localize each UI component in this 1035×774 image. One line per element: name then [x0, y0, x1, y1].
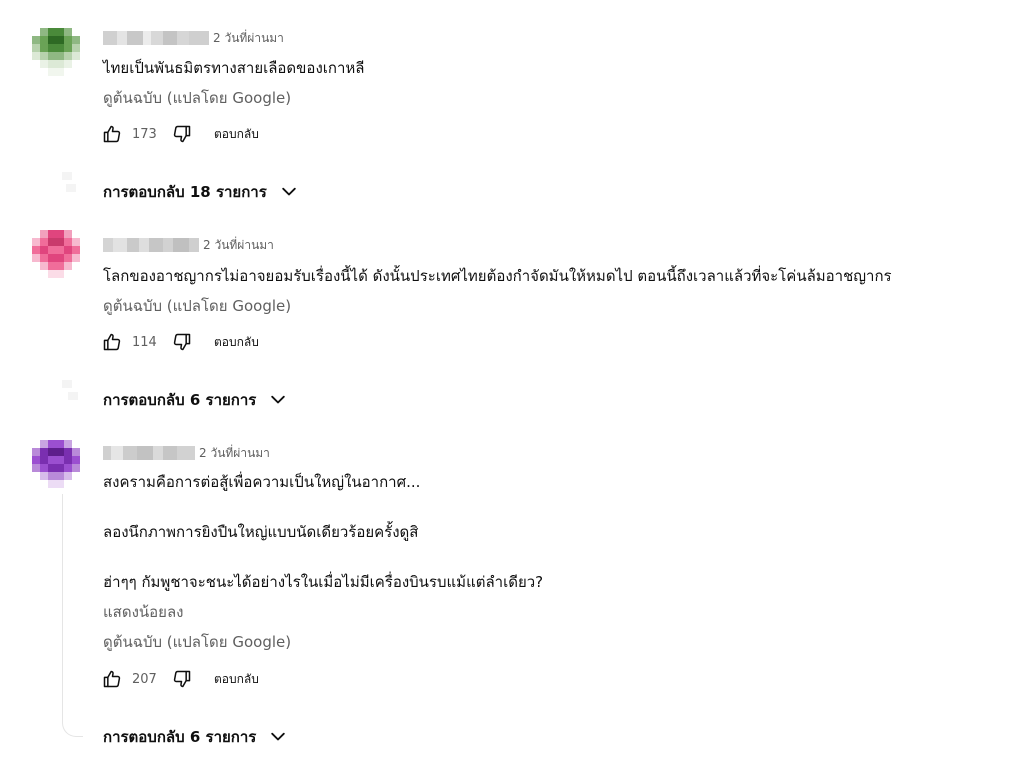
thumb-down-icon[interactable] [170, 330, 194, 354]
thumb-up-icon[interactable] [100, 330, 124, 354]
decorative-mark [68, 392, 78, 400]
view-replies-button[interactable]: การตอบกลับ 6 รายการ [103, 388, 288, 412]
reply-button[interactable]: ตอบกลับ [214, 125, 259, 144]
comment-actions: 173 ตอบกลับ [100, 122, 259, 146]
comment-text: สงครามคือการต่อสู้เพื่อความเป็นใหญ่ในอาก… [103, 473, 421, 491]
avatar[interactable] [32, 440, 80, 488]
chevron-down-icon [279, 182, 299, 202]
author-name-redacted[interactable] [103, 446, 195, 460]
replies-count-label: การตอบกลับ 6 รายการ [103, 728, 257, 746]
author-name-redacted[interactable] [103, 31, 209, 45]
replies-count-label: การตอบกลับ 18 รายการ [103, 183, 267, 201]
reply-button[interactable]: ตอบกลับ [214, 333, 259, 352]
thumb-up-icon[interactable] [100, 667, 124, 691]
comment-header: 2 วันที่ผ่านมา [103, 236, 274, 254]
thumb-down-icon[interactable] [170, 122, 194, 146]
comment-timestamp[interactable]: 2 วันที่ผ่านมา [213, 29, 284, 48]
comment-actions: 207 ตอบกลับ [100, 667, 259, 691]
comment-actions: 114 ตอบกลับ [100, 330, 259, 354]
view-replies-button[interactable]: การตอบกลับ 18 รายการ [103, 180, 299, 204]
comment-text: ไทยเป็นพันธมิตรทางสายเลือดของเกาหลี [103, 59, 365, 77]
chevron-down-icon [268, 390, 288, 410]
reply-button[interactable]: ตอบกลับ [214, 670, 259, 689]
like-count: 173 [132, 126, 157, 142]
chevron-down-icon [268, 727, 288, 747]
like-count: 207 [132, 671, 157, 687]
comment-timestamp[interactable]: 2 วันที่ผ่านมา [199, 444, 270, 463]
thread-connector-line [62, 494, 83, 737]
thumb-down-icon[interactable] [170, 667, 194, 691]
comment-header: 2 วันที่ผ่านมา [103, 29, 284, 47]
author-name-redacted[interactable] [103, 238, 199, 252]
comment-text: ฮ่าๆๆ กัมพูชาจะชนะได้อย่างไรในเมื่อไม่มี… [103, 573, 544, 591]
replies-count-label: การตอบกลับ 6 รายการ [103, 391, 257, 409]
decorative-mark [62, 380, 72, 388]
decorative-mark [66, 184, 76, 192]
comment-header: 2 วันที่ผ่านมา [103, 444, 270, 462]
see-original-link[interactable]: ดูต้นฉบับ (แปลโดย Google) [103, 296, 291, 316]
decorative-mark [62, 172, 72, 180]
show-less-link[interactable]: แสดงน้อยลง [103, 602, 183, 622]
comment-timestamp[interactable]: 2 วันที่ผ่านมา [203, 236, 274, 255]
avatar[interactable] [32, 230, 80, 278]
comment-text: โลกของอาชญากรไม่อาจยอมรับเรื่องนี้ได้ ดั… [103, 267, 892, 285]
see-original-link[interactable]: ดูต้นฉบับ (แปลโดย Google) [103, 88, 291, 108]
see-original-link[interactable]: ดูต้นฉบับ (แปลโดย Google) [103, 632, 291, 652]
avatar[interactable] [32, 28, 80, 76]
comment-text: ลองนึกภาพการยิงปืนใหญ่แบบนัดเดียวร้อยครั… [103, 523, 419, 541]
thumb-up-icon[interactable] [100, 122, 124, 146]
view-replies-button[interactable]: การตอบกลับ 6 รายการ [103, 725, 288, 749]
like-count: 114 [132, 334, 157, 350]
